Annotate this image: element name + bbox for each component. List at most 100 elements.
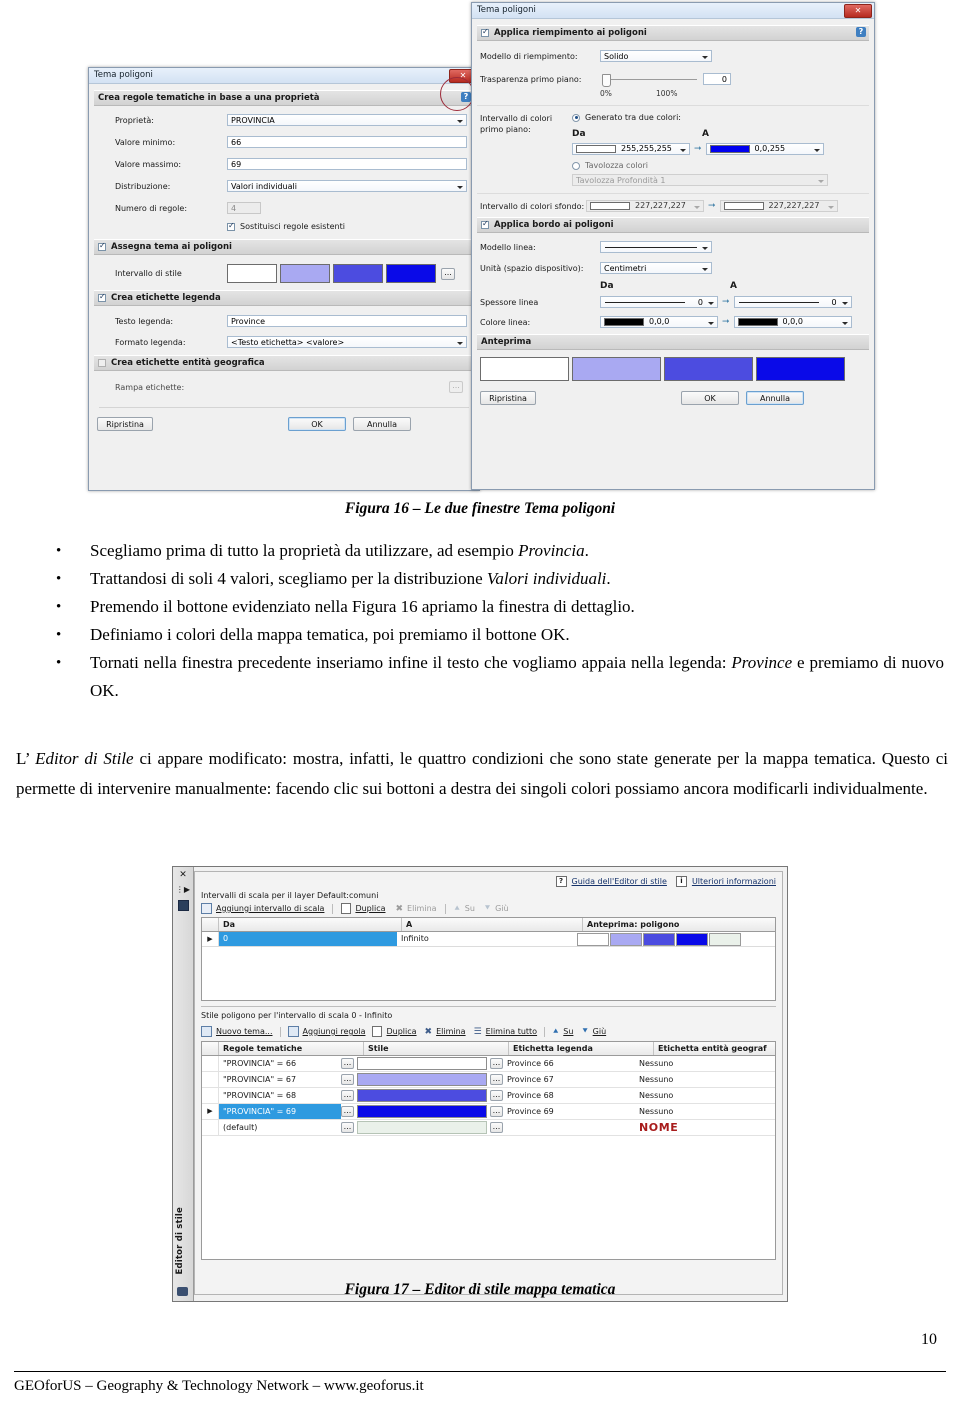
tema-poligoni-dialog-left[interactable]: Tema poligoni ✕ Crea regole tematiche in… [88,67,480,491]
style-cell-rule[interactable]: "PROVINCIA" = 69 [219,1104,341,1119]
style-ellipsis-button[interactable]: ... [490,1090,503,1101]
toolbar-item-su-style[interactable]: Su [563,1027,573,1036]
table-row[interactable]: (default) ... ... NOME [202,1120,775,1136]
help-icon-right[interactable]: ? [856,27,866,37]
radio-icon-generato[interactable] [572,113,580,122]
help-link-editor-guide[interactable]: Guida dell'Editor di stile [572,877,667,886]
rule-ellipsis-button[interactable]: ... [341,1122,354,1133]
editor-sidebar[interactable]: ✕ ⋮▶ Editor di stile [173,867,194,1301]
style-cell-swatch-wrap[interactable] [354,1056,490,1071]
delete-all-icon[interactable]: ☰ [474,1027,482,1037]
annulla-button-right[interactable]: Annulla [746,391,804,405]
style-swatch[interactable] [357,1073,487,1086]
toolbar-item-elimina-style[interactable]: Elimina [436,1027,466,1036]
style-swatch-4[interactable] [386,264,436,283]
style-ellipsis-button[interactable]: ... [490,1074,503,1085]
group-crea-etichette-legenda[interactable]: Crea etichette legenda [94,290,474,306]
checkbox-icon-applica-riempimento[interactable] [481,27,489,37]
arrow-up-icon-style[interactable]: ⯅ [552,1027,559,1037]
fg-from-color-combo[interactable]: 255,255,255 [572,143,690,155]
rule-ellipsis-button[interactable]: ... [341,1058,354,1069]
style-cell-rule[interactable]: (default) [219,1120,341,1135]
field-testo-legenda[interactable]: Testo legenda: Province [97,315,471,327]
rule-ellipsis-button[interactable]: ... [341,1090,354,1101]
style-cell-swatch-wrap[interactable] [354,1072,490,1087]
style-cell-geo-highlight[interactable]: NOME [635,1120,775,1135]
table-row[interactable]: "PROVINCIA" = 68 ... ... Province 68 Nes… [202,1088,775,1104]
table-row[interactable]: "PROVINCIA" = 67 ... ... Province 67 Nes… [202,1072,775,1088]
spessore-linea-to-combo[interactable]: 0 [733,296,852,308]
field-unita[interactable]: Unità (spazio dispositivo): Centimetri [480,262,866,274]
colore-linea-to-combo[interactable]: 0,0,0 [733,316,852,328]
dialog-titlebar-left[interactable]: Tema poligoni ✕ [89,68,479,84]
style-swatch-1[interactable] [227,264,277,283]
checkbox-icon-etichette-geo[interactable] [98,359,106,367]
trasparenza-value-input[interactable]: 0 [703,73,731,85]
tavolozza-radio-row[interactable]: Tavolozza colori [572,161,866,170]
formato-legenda-combo[interactable]: <Testo etichetta> <valore> [227,336,467,348]
field-spessore-linea[interactable]: Spessore linea 0 ➞ 0 [480,296,866,308]
generato-radio-row[interactable]: Generato tra due colori: [572,113,866,122]
style-cell-legend[interactable]: Province 67 [503,1072,635,1087]
style-cell-legend[interactable] [503,1120,635,1135]
add-scale-interval-icon[interactable] [201,903,212,914]
field-valore-minimo[interactable]: Valore minimo: 66 [97,136,471,148]
style-ellipsis-button[interactable]: ... [490,1106,503,1117]
unita-combo[interactable]: Centimetri [600,262,712,274]
ok-button-left[interactable]: OK [288,417,346,431]
expand-icon-sidebar[interactable]: ⋮▶ [173,885,193,895]
toolbar-item-duplica-style[interactable]: Duplica [386,1027,416,1036]
ripristina-button[interactable]: Ripristina [97,417,153,431]
testo-legenda-input[interactable]: Province [227,315,467,327]
style-table[interactable]: Regole tematiche Stile Etichetta legenda… [201,1041,776,1260]
style-swatch[interactable] [357,1121,487,1134]
annulla-button-left[interactable]: Annulla [353,417,411,431]
rule-ellipsis-button[interactable]: ... [341,1106,354,1117]
style-ellipsis-button[interactable]: ... [490,1122,503,1133]
field-modello-linea[interactable]: Modello linea: [480,241,866,253]
style-range-ellipsis-button[interactable]: ... [441,267,455,280]
style-cell-geo[interactable]: Nessuno [635,1072,775,1087]
style-cell-geo[interactable]: Nessuno [635,1056,775,1071]
field-formato-legenda[interactable]: Formato legenda: <Testo etichetta> <valo… [97,336,471,348]
style-swatch[interactable] [357,1089,487,1102]
fg-to-color-combo[interactable]: 0,0,255 [705,143,824,155]
distribuzione-combo[interactable]: Valori individuali [227,180,467,192]
modello-riempimento-combo[interactable]: Solido [600,50,712,62]
group-applica-riempimento[interactable]: Applica riempimento ai poligoni ? [477,25,869,41]
editor-di-stile-window[interactable]: ✕ ⋮▶ Editor di stile ? Guida dell'Editor… [172,866,788,1302]
style-cell-legend[interactable]: Province 66 [503,1056,635,1071]
style-ellipsis-button[interactable]: ... [490,1058,503,1069]
field-trasparenza[interactable]: Trasparenza primo piano: 0 [480,73,866,87]
toolbar-item-giu-style[interactable]: Giù [593,1027,607,1036]
table-row[interactable]: ▶ "PROVINCIA" = 69 ... ... Province 69 N… [202,1104,775,1120]
style-cell-rule[interactable]: "PROVINCIA" = 68 [219,1088,341,1103]
table-row[interactable]: "PROVINCIA" = 66 ... ... Province 66 Nes… [202,1056,775,1072]
sostituisci-regole-row[interactable]: Sostituisci regole esistenti [227,221,471,231]
ripristina-button-right[interactable]: Ripristina [480,391,536,405]
spessore-linea-from-combo[interactable]: 0 [600,296,718,308]
field-valore-massimo[interactable]: Valore massimo: 69 [97,158,471,170]
close-icon-sidebar[interactable]: ✕ [173,870,193,880]
field-distribuzione[interactable]: Distribuzione: Valori individuali [97,180,471,192]
field-modello-riempimento[interactable]: Modello di riempimento: Solido [480,50,866,62]
scale-cell-a[interactable]: Infinito [397,932,573,946]
ok-button-right[interactable]: OK [681,391,739,405]
checkbox-icon-etichette-legenda[interactable] [98,292,106,302]
field-colore-linea[interactable]: Colore linea: 0,0,0 ➞ 0,0,0 [480,316,866,328]
valore-minimo-input[interactable]: 66 [227,136,467,148]
arrow-down-icon-style[interactable]: ⯆ [581,1027,588,1037]
checkbox-icon-applica-bordo[interactable] [481,219,489,229]
duplicate-icon-style[interactable] [372,1026,383,1037]
table-row[interactable]: ▶ 0 Infinito [202,932,775,947]
duplicate-icon[interactable] [341,903,352,914]
style-swatch[interactable] [357,1105,487,1118]
style-cell-swatch-wrap[interactable] [354,1104,490,1119]
tema-poligoni-dialog-right[interactable]: Tema poligoni ✕ Applica riempimento ai p… [471,2,875,490]
style-cell-legend[interactable]: Province 68 [503,1088,635,1103]
dialog-titlebar-right[interactable]: Tema poligoni ✕ [472,3,874,19]
panel-icon-sidebar[interactable] [177,900,189,911]
style-swatch-3[interactable] [333,264,383,283]
style-cell-geo[interactable]: Nessuno [635,1088,775,1103]
style-cell-swatch-wrap[interactable] [354,1088,490,1103]
